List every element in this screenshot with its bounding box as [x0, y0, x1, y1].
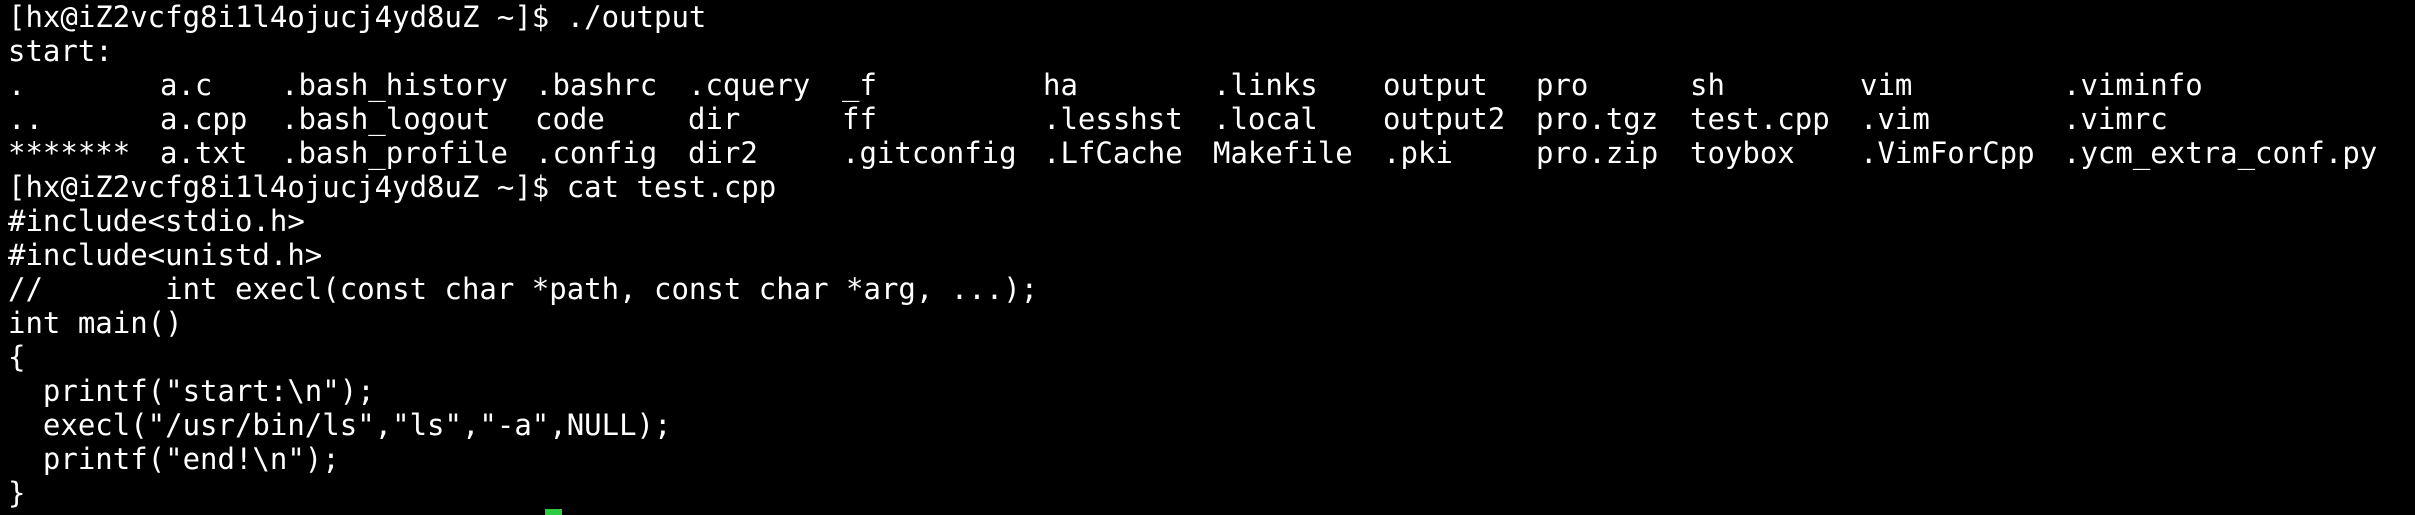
- ls-output-row: .. a.cpp .bash_logout code dir ff .lessh…: [8, 102, 2415, 136]
- command-line-cat: [hx@iZ2vcfg8i1l4ojucj4yd8uZ ~]$ cat test…: [8, 170, 777, 204]
- ls-entry: ..: [8, 102, 43, 136]
- ls-entry: .vimrc: [2063, 102, 2168, 136]
- code-line: // int execl(const char *path, const cha…: [8, 272, 1039, 306]
- code-line: int main(): [8, 306, 183, 340]
- ls-output-row: . a.c .bash_history .bashrc .cquery _f h…: [8, 68, 2415, 102]
- command-line-output: [hx@iZ2vcfg8i1l4ojucj4yd8uZ ~]$ ./output: [8, 0, 707, 34]
- ls-entry: a.cpp: [160, 102, 248, 136]
- code-line: printf("end!\n");: [8, 442, 340, 476]
- ls-entry: .: [8, 68, 26, 102]
- ls-entry: .cquery: [688, 68, 811, 102]
- ls-entry: .local: [1213, 102, 1318, 136]
- code-line: }: [8, 476, 26, 510]
- ls-entry: .vim: [1860, 102, 1930, 136]
- ls-entry: .pki: [1383, 136, 1453, 170]
- program-output-start: start:: [8, 34, 113, 68]
- ls-entry: .bash_profile: [281, 136, 508, 170]
- code-line: #include<unistd.h>: [8, 238, 323, 272]
- terminal-window[interactable]: [hx@iZ2vcfg8i1l4ojucj4yd8uZ ~]$ ./output…: [0, 0, 2415, 515]
- ls-entry: .VimForCpp: [1860, 136, 2035, 170]
- ls-entry: .bash_history: [281, 68, 508, 102]
- ls-entry: .lesshst: [1043, 102, 1183, 136]
- code-line: printf("start:\n");: [8, 374, 375, 408]
- ls-entry: .ycm_extra_conf.py: [2063, 136, 2378, 170]
- ls-entry: output: [1383, 68, 1488, 102]
- ls-entry: Makefile: [1213, 136, 1353, 170]
- code-line: execl("/usr/bin/ls","ls","-a",NULL);: [8, 408, 672, 442]
- terminal-cursor: [545, 509, 562, 515]
- ls-entry: .LfCache: [1043, 136, 1183, 170]
- ls-entry: dir: [688, 102, 741, 136]
- ls-entry: ff: [842, 102, 877, 136]
- ls-entry: pro.tgz: [1536, 102, 1659, 136]
- code-line: #include<stdio.h>: [8, 204, 305, 238]
- ls-entry: .viminfo: [2063, 68, 2203, 102]
- ls-entry: .links: [1213, 68, 1318, 102]
- ls-entry: .config: [535, 136, 658, 170]
- ls-entry: *******: [8, 136, 131, 170]
- ls-entry: _f: [842, 68, 877, 102]
- ls-entry: .bashrc: [535, 68, 658, 102]
- ls-entry: a.txt: [160, 136, 248, 170]
- ls-entry: pro.zip: [1536, 136, 1659, 170]
- ls-entry: pro: [1536, 68, 1589, 102]
- ls-entry: a.c: [160, 68, 213, 102]
- ls-entry: test.cpp: [1690, 102, 1830, 136]
- ls-entry: vim: [1860, 68, 1913, 102]
- ls-entry: toybox: [1690, 136, 1795, 170]
- ls-entry: code: [535, 102, 605, 136]
- ls-entry: .bash_logout: [281, 102, 491, 136]
- code-line: {: [8, 340, 26, 374]
- ls-entry: .gitconfig: [842, 136, 1017, 170]
- ls-entry: dir2: [688, 136, 758, 170]
- ls-output-row: ******* a.txt .bash_profile .config dir2…: [8, 136, 2415, 170]
- ls-entry: ha: [1043, 68, 1078, 102]
- ls-entry: sh: [1690, 68, 1725, 102]
- ls-entry: output2: [1383, 102, 1506, 136]
